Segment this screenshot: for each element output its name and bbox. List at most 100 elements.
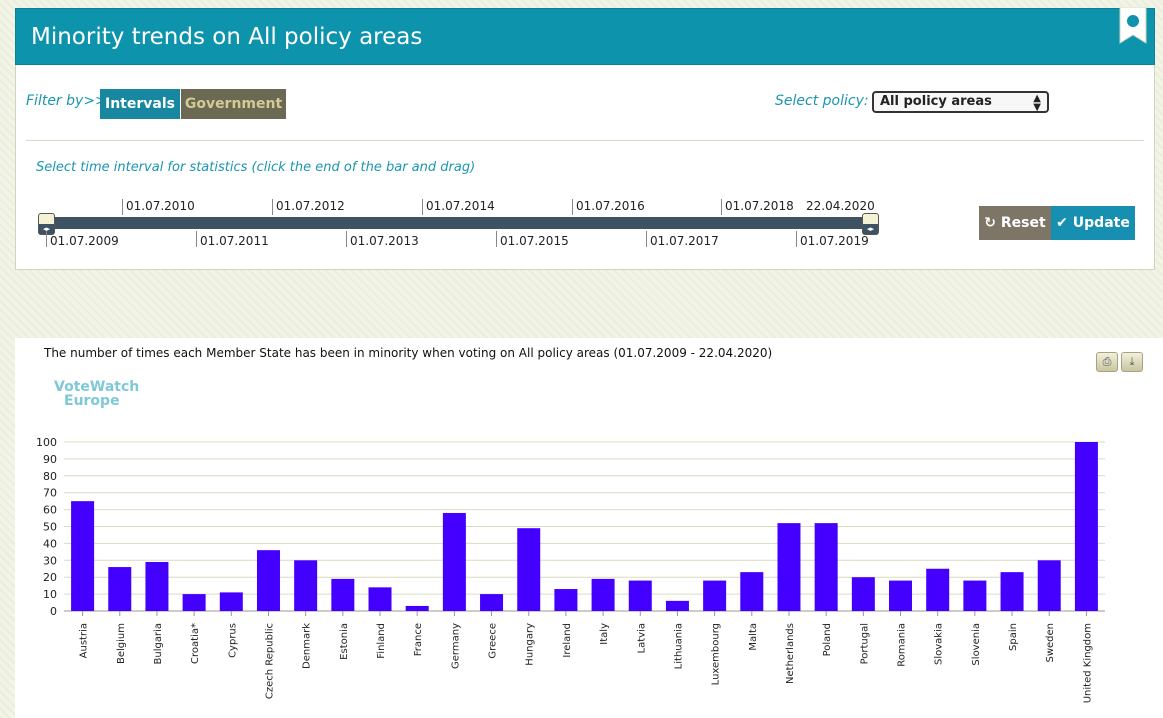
policy-select-value: All policy areas [880,94,992,109]
x-tick-label: Portugal [859,623,870,664]
x-tick-label: Czech Republic [264,623,275,699]
filter-panel: Filter by>> Intervals Government Select … [15,65,1155,270]
y-tick-label: 10 [43,588,57,601]
slider-tick-label: 01.07.2009 [46,231,119,248]
bar[interactable] [219,592,243,611]
y-tick-label: 20 [43,571,57,584]
x-tick-label: Latvia [636,623,647,653]
bar[interactable] [368,587,392,611]
bar[interactable] [1000,572,1024,611]
slider-tick-label: 01.07.2019 [796,231,869,248]
page-title: Minority trends on All policy areas [31,24,423,50]
x-tick-label: Finland [376,623,387,659]
bar[interactable] [777,523,801,611]
filter-label: Filter by>> [26,93,107,109]
bar[interactable] [926,568,950,611]
x-tick-label: United Kingdom [1082,623,1093,703]
bar[interactable] [331,578,355,611]
logo-line1: VoteWatch [54,379,140,395]
update-label: Update [1072,215,1130,231]
print-icon[interactable]: ⎙ [1096,352,1118,372]
select-arrows-icon: ▲ ▼ [1033,93,1041,113]
bar[interactable] [256,550,280,611]
x-tick-label: Malta [748,623,759,651]
bar[interactable] [1037,560,1061,611]
slider-tick-label: 01.07.2015 [496,231,569,248]
slider-tick-label: 01.07.2016 [572,199,645,215]
bar[interactable] [963,580,987,611]
x-tick-label: Croatia* [190,623,201,664]
bookmark-icon[interactable] [1118,7,1148,45]
bar-chart: 0 10 20 30 40 50 60 70 80 90 100 Austria Belgium Bulg… [36,436,1105,703]
votewatch-logo: VoteWatch Europe [54,380,139,408]
bar[interactable] [889,580,913,611]
y-tick-label: 30 [43,554,57,567]
y-tick-label: 0 [50,605,57,618]
x-tick-label: Spain [1008,623,1019,651]
x-tick-label: Cyprus [227,623,238,658]
slider-tick-label: 01.07.2018 [721,199,794,215]
reset-button[interactable]: ↻ Reset [979,206,1051,240]
slider-track[interactable] [46,217,878,229]
x-tick-label: Austria [79,623,90,658]
bar[interactable] [703,580,727,611]
bar[interactable] [814,523,838,611]
x-tick-label: Bulgaria [153,623,164,664]
bar[interactable] [480,594,504,611]
x-tick-label: Denmark [302,623,313,669]
bar[interactable] [145,561,169,611]
interval-slider[interactable]: 01.07.2010 01.07.2012 01.07.2014 01.07.2… [38,195,888,255]
bar[interactable] [740,572,764,611]
x-tick-label: Belgium [116,623,127,664]
reset-icon: ↻ [984,215,997,231]
x-tick-label: Lithuania [673,623,684,669]
page-header: Minority trends on All policy areas [15,7,1155,65]
bar[interactable] [628,580,652,611]
bar[interactable] [591,578,615,611]
policy-select[interactable]: All policy areas ▲ ▼ [872,91,1049,113]
bar[interactable] [294,560,318,611]
y-tick-label: 60 [43,504,57,517]
slider-tick-label: 01.07.2017 [646,231,719,248]
chart-panel: 0 10 20 30 40 50 60 70 80 90 100 Austria Belgium Bulg… [15,338,1163,718]
x-tick-label: Greece [488,623,499,659]
government-button[interactable]: Government [181,89,286,119]
reset-label: Reset [1000,215,1046,231]
divider [26,140,1144,141]
bar[interactable] [442,512,466,611]
logo-line2: Europe [64,393,120,409]
download-icon[interactable]: ⤓ [1121,352,1143,372]
x-tick-label: Netherlands [785,623,796,684]
y-tick-label: 100 [36,436,57,449]
bar[interactable] [108,567,132,611]
bar[interactable] [182,594,206,611]
update-button[interactable]: ✔ Update [1051,206,1135,240]
y-tick-label: 80 [43,470,57,483]
slider-tick-label: 01.07.2012 [272,199,345,215]
bar[interactable] [71,501,95,611]
interval-hint: Select time interval for statistics (cli… [36,160,476,175]
bar[interactable] [1074,442,1098,611]
bar[interactable] [405,605,429,611]
x-tick-label: Sweden [1045,623,1056,663]
x-tick-label: Ireland [562,623,573,658]
check-icon: ✔ [1056,215,1068,231]
slider-tick-label: 01.07.2014 [422,199,495,215]
chart-title: The number of times each Member State ha… [44,346,773,360]
x-tick-label: Estonia [339,623,350,660]
bar[interactable] [665,600,689,611]
intervals-button[interactable]: Intervals [100,89,180,119]
y-tick-label: 70 [43,487,57,500]
bar[interactable] [554,589,578,611]
select-policy-label: Select policy: [775,93,869,109]
x-tick-label: Italy [599,623,610,645]
x-tick-label: Slovakia [934,623,945,665]
x-tick-label: France [413,623,424,656]
y-tick-label: 40 [43,537,57,550]
x-tick-label: Luxembourg [711,623,722,685]
bar[interactable] [851,577,875,611]
x-tick-label: Hungary [525,623,536,666]
bar[interactable] [517,528,541,611]
x-tick-label: Poland [822,623,833,656]
slider-tick-label: 01.07.2013 [346,231,419,248]
